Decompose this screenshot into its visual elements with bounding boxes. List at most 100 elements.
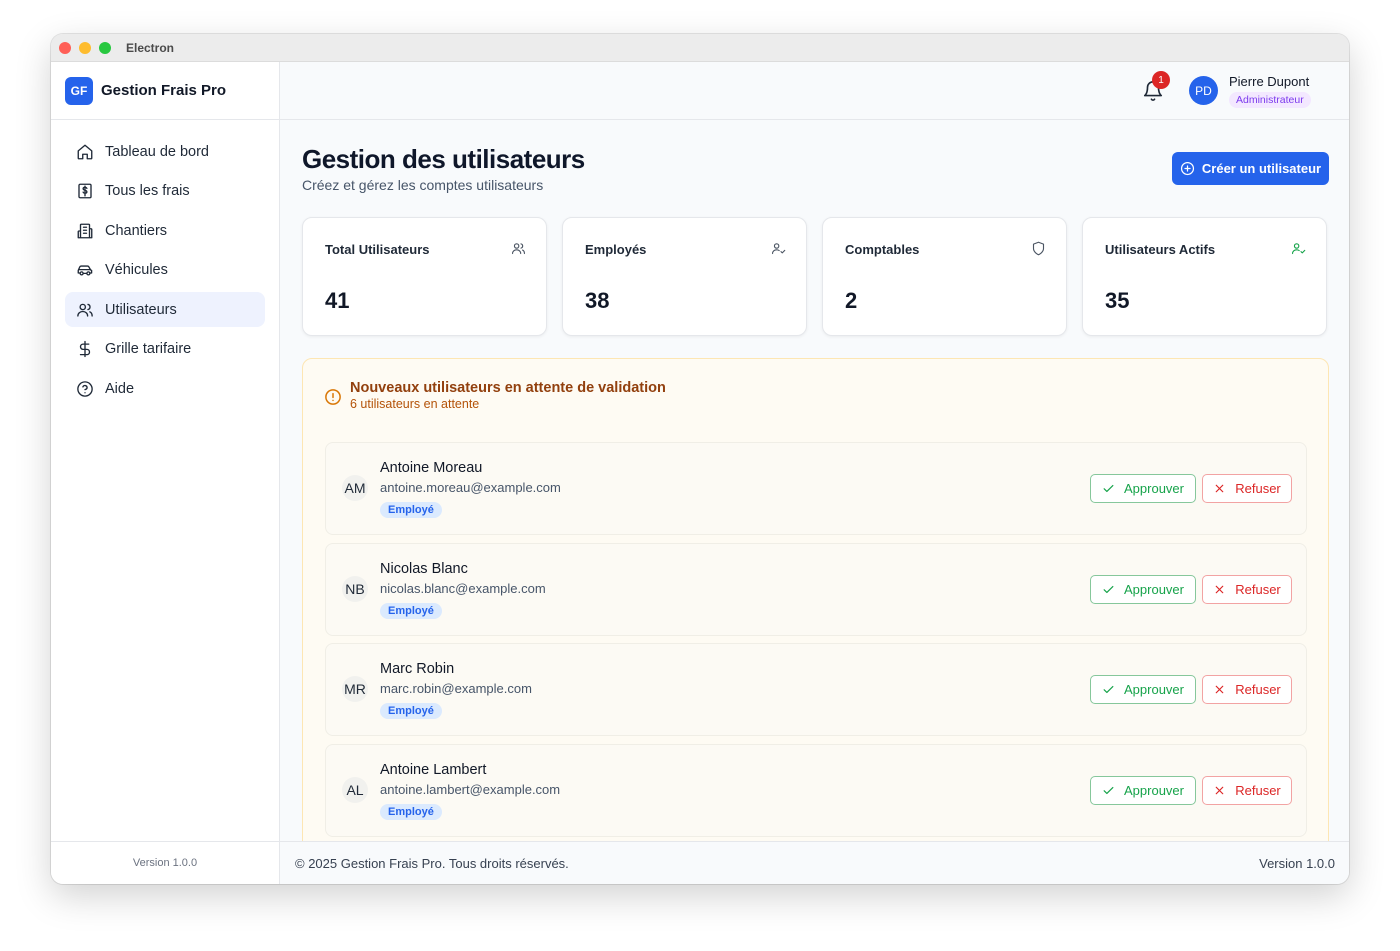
title-bar: Electron	[51, 34, 1349, 62]
refuse-button[interactable]: Refuser	[1202, 474, 1292, 503]
sidebar-item-tableau-de-bord[interactable]: Tableau de bord	[65, 134, 265, 169]
x-icon	[1215, 585, 1224, 594]
sidebar-item-chantiers[interactable]: Chantiers	[65, 213, 265, 248]
dollar-icon	[79, 340, 91, 358]
approve-button[interactable]: Approuver	[1090, 675, 1196, 704]
stat-label: Employés	[585, 242, 647, 257]
brand[interactable]: GF Gestion Frais Pro	[51, 62, 279, 120]
sidebar-version: Version 1.0.0	[51, 841, 279, 884]
sidebar-item-label: Tableau de bord	[105, 143, 209, 160]
approve-label: Approuver	[1124, 783, 1184, 798]
x-icon	[1215, 484, 1224, 493]
stat-value: 2	[845, 288, 858, 313]
avatar: NB	[342, 576, 368, 602]
home-icon	[77, 144, 93, 159]
close-window-button[interactable]	[59, 42, 71, 54]
sidebar-item-label: Aide	[105, 380, 135, 397]
avatar: AL	[342, 777, 368, 803]
sidebar-item-label: Grille tarifaire	[105, 341, 192, 357]
user-role-badge: Administrateur	[1229, 92, 1311, 108]
pending-user-name: Antoine Moreau	[380, 460, 483, 476]
sidebar-nav: Tableau de bord Tous les frais Chantiers…	[51, 120, 279, 406]
approve-label: Approuver	[1124, 682, 1184, 697]
stat-label: Utilisateurs Actifs	[1105, 242, 1216, 257]
sidebar-item-grille-tarifaire[interactable]: Grille tarifaire	[65, 332, 265, 367]
sidebar-item-label: Chantiers	[105, 222, 168, 239]
avatar: AM	[342, 475, 368, 501]
role-badge: Employé	[380, 703, 442, 719]
page-title: Gestion des utilisateurs	[302, 144, 585, 174]
help-circle-icon	[77, 380, 93, 397]
building-icon	[77, 223, 93, 238]
approve-button[interactable]: Approuver	[1090, 776, 1196, 805]
check-icon	[1103, 585, 1114, 594]
sidebar-item-label: Tous les frais	[105, 183, 190, 199]
notification-badge: 1	[1152, 71, 1170, 89]
refuse-label: Refuser	[1235, 481, 1281, 496]
stat-card-employes: Employés 38	[562, 217, 807, 336]
user-check-icon	[772, 243, 786, 255]
window-title: Electron	[126, 41, 175, 55]
sidebar-item-utilisateurs[interactable]: Utilisateurs	[65, 292, 265, 327]
create-user-button[interactable]: Créer un utilisateur	[1172, 152, 1329, 185]
maximize-window-button[interactable]	[99, 42, 111, 54]
brand-logo: GF	[65, 76, 93, 105]
pending-user-email: marc.robin@example.com	[380, 681, 532, 696]
list-item: AL Antoine Lambert antoine.lambert@examp…	[325, 744, 1307, 837]
list-item: AM Antoine Moreau antoine.moreau@example…	[325, 442, 1307, 535]
create-user-label: Créer un utilisateur	[1201, 161, 1322, 176]
stat-card-total: Total Utilisateurs 41	[302, 217, 547, 336]
car-icon	[77, 265, 93, 276]
refuse-button[interactable]: Refuser	[1202, 675, 1292, 704]
stat-value: 38	[585, 288, 610, 313]
app-window: Electron GF Gestion Frais Pro Tableau de…	[51, 34, 1349, 884]
sidebar-item-vehicules[interactable]: Véhicules	[65, 253, 265, 288]
alert-circle-icon	[325, 389, 341, 405]
users-icon	[77, 303, 93, 317]
role-badge: Employé	[380, 804, 442, 820]
user-name[interactable]: Pierre Dupont	[1229, 74, 1309, 89]
users-icon	[512, 243, 525, 255]
refuse-button[interactable]: Refuser	[1202, 575, 1292, 604]
approve-button[interactable]: Approuver	[1090, 474, 1196, 503]
sidebar-item-label: Véhicules	[105, 262, 168, 278]
pending-user-email: nicolas.blanc@example.com	[380, 581, 546, 596]
sidebar: GF Gestion Frais Pro Tableau de bord Tou…	[51, 62, 280, 884]
role-badge: Employé	[380, 603, 442, 619]
approve-button[interactable]: Approuver	[1090, 575, 1196, 604]
pending-count: 6 utilisateurs en attente	[350, 397, 480, 411]
x-icon	[1215, 685, 1224, 694]
refuse-button[interactable]: Refuser	[1202, 776, 1292, 805]
check-icon	[1103, 786, 1114, 795]
main-content: Gestion des utilisateurs Créez et gérez …	[280, 120, 1349, 841]
check-icon	[1103, 484, 1114, 493]
pending-user-name: Antoine Lambert	[380, 762, 487, 778]
receipt-dollar-icon	[78, 183, 92, 199]
plus-circle-icon	[1180, 161, 1194, 176]
sidebar-item-tous-les-frais[interactable]: Tous les frais	[65, 174, 265, 209]
stat-value: 35	[1105, 288, 1130, 313]
stat-label: Comptables	[845, 242, 920, 257]
pending-title: Nouveaux utilisateurs en attente de vali…	[350, 380, 666, 396]
footer-version: Version 1.0.0	[1259, 855, 1335, 871]
stat-value: 41	[325, 288, 350, 313]
brand-name: Gestion Frais Pro	[101, 82, 227, 99]
avatar: MR	[342, 676, 368, 702]
minimize-window-button[interactable]	[79, 42, 91, 54]
app-footer: © 2025 Gestion Frais Pro. Tous droits ré…	[280, 841, 1349, 884]
x-icon	[1215, 786, 1224, 795]
refuse-label: Refuser	[1235, 582, 1281, 597]
top-header: 1 PD Pierre Dupont Administrateur	[280, 62, 1349, 120]
shield-icon	[1032, 241, 1045, 256]
copyright-text: © 2025 Gestion Frais Pro. Tous droits ré…	[295, 855, 569, 871]
pending-user-email: antoine.moreau@example.com	[380, 480, 561, 495]
avatar[interactable]: PD	[1189, 76, 1218, 105]
stat-card-comptables: Comptables 2	[822, 217, 1067, 336]
sidebar-item-label: Utilisateurs	[105, 301, 177, 318]
user-check-icon	[1292, 243, 1306, 255]
role-badge: Employé	[380, 502, 442, 518]
sidebar-item-aide[interactable]: Aide	[65, 371, 265, 406]
refuse-label: Refuser	[1235, 783, 1281, 798]
refuse-label: Refuser	[1235, 682, 1281, 697]
pending-user-name: Marc Robin	[380, 661, 455, 677]
